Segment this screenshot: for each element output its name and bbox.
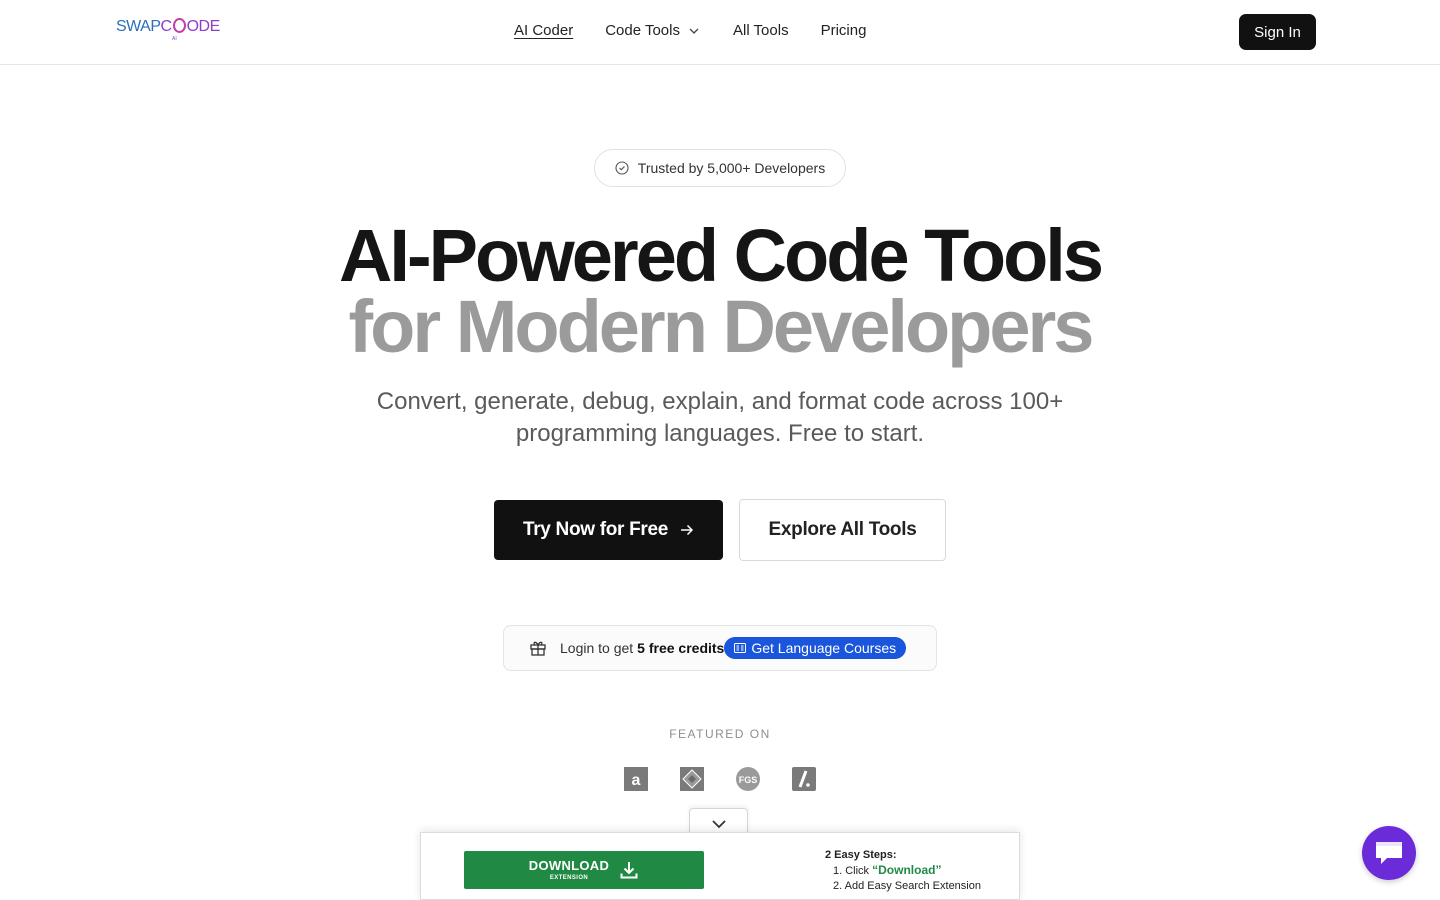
download-extension-button[interactable]: DOWNLOAD EXTENSION <box>464 851 704 889</box>
extension-bar: DOWNLOAD EXTENSION 2 Easy Steps: 1. Clic… <box>420 832 1020 900</box>
try-now-button[interactable]: Try Now for Free <box>494 500 723 560</box>
check-circle-icon <box>615 161 629 175</box>
step-1-text: 1. Click <box>833 865 870 877</box>
download-icon <box>620 862 638 879</box>
step-1-highlight: “Download” <box>872 863 942 877</box>
logo-ai-sub: AI <box>172 36 177 42</box>
download-main-label: DOWNLOAD <box>528 858 610 873</box>
steps-title: 2 Easy Steps: <box>825 849 897 861</box>
language-courses-label: Get Language Courses <box>751 640 897 656</box>
step-1: 1. Click “Download” <box>825 863 981 879</box>
gift-icon <box>530 641 546 656</box>
featured-logo-a-text: a <box>632 772 641 789</box>
logo-wordmark: SWAPC ODE <box>116 18 220 35</box>
nav-code-tools-label: Code Tools <box>605 22 680 39</box>
sign-in-button[interactable]: Sign In <box>1239 14 1316 50</box>
explore-tools-button[interactable]: Explore All Tools <box>739 499 946 561</box>
hero-title-line2: for Modern Developers <box>348 285 1095 368</box>
brain-icon <box>172 18 186 33</box>
featured-logo-fgs-text: FGS <box>739 775 758 785</box>
hero-subtitle: Convert, generate, debug, explain, and f… <box>0 386 1440 450</box>
site-header: SWAPC ODE AI AI Coder Code Tools All Tool… <box>0 0 1440 65</box>
chevron-down-icon <box>689 28 699 34</box>
credits-banner: Login to get 5 free credits Get Language… <box>503 625 937 671</box>
nav-all-tools[interactable]: All Tools <box>733 22 789 39</box>
main-nav: AI Coder Code Tools All Tools Pricing <box>514 22 866 39</box>
nav-ai-coder[interactable]: AI Coder <box>514 22 573 39</box>
download-label: DOWNLOAD EXTENSION <box>529 859 609 881</box>
featured-logos: a FGS <box>624 767 816 791</box>
get-language-courses-button[interactable]: Get Language Courses <box>724 637 907 659</box>
hero-subtitle-line2: programming languages. Free to start. <box>515 420 925 447</box>
step-2: 2. Add Easy Search Extension <box>833 880 981 892</box>
install-steps: 2 Easy Steps: 1. Click “Download” 2. Add… <box>825 848 981 894</box>
featured-logo-fgs[interactable]: FGS <box>736 767 760 791</box>
trusted-badge: Trusted by 5,000+ Developers <box>594 149 846 187</box>
chat-widget-button[interactable] <box>1362 826 1416 880</box>
hero-subtitle-line1: Convert, generate, debug, explain, and f… <box>376 388 1064 415</box>
nav-code-tools[interactable]: Code Tools <box>605 22 700 39</box>
hero-title-line1: AI-Powered Code Tools <box>338 214 1104 297</box>
featured-logo-diamond[interactable] <box>680 767 704 791</box>
chevron-down-icon <box>711 819 726 828</box>
try-now-label: Try Now for Free <box>522 519 669 540</box>
credits-text: Login to get <box>560 640 634 656</box>
featured-on-label: FEATURED ON <box>669 727 771 741</box>
course-icon <box>734 643 747 653</box>
featured-logo-slash[interactable] <box>792 767 816 791</box>
nav-pricing[interactable]: Pricing <box>821 22 867 39</box>
download-sub-label: EXTENSION <box>549 875 589 881</box>
arrow-right-icon <box>681 524 694 536</box>
trusted-badge-text: Trusted by 5,000+ Developers <box>637 160 826 176</box>
credits-amount: 5 free credits <box>637 640 725 656</box>
chat-icon <box>1376 842 1402 864</box>
featured-logo-a[interactable]: a <box>624 767 648 791</box>
swapcode-logo[interactable]: SWAPC ODE AI <box>116 18 220 42</box>
